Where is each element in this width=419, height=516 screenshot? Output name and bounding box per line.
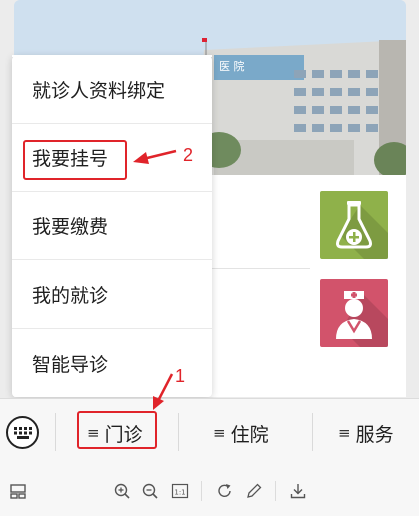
flask-plus-icon [336,201,388,259]
menu-item-register[interactable]: 我要挂号 [12,124,212,192]
nurse-icon [336,291,388,347]
divider [178,413,179,451]
outpatient-dropdown-menu: 就诊人资料绑定 我要挂号 我要缴费 我的就诊 智能导诊 [12,55,212,397]
lab-report-tile[interactable] [320,191,388,259]
tab-label: 服务 [355,423,394,446]
menu-item-label: 就诊人资料绑定 [32,80,166,102]
step-number-1: 1 [175,366,186,386]
step-number-2: 2 [183,145,194,165]
viewer-toolbar: 1:1 [0,466,419,516]
tab-label: 住院 [230,423,269,446]
tab-outpatient[interactable]: ≡ 门诊 [87,419,143,447]
zoom-in-icon[interactable] [113,482,131,500]
menu-item-label: 我要挂号 [32,148,109,170]
tab-services[interactable]: ≡ 服务 [338,419,394,447]
nurse-service-tile[interactable] [320,279,388,347]
bottom-menu-bar: ≡ 门诊 ≡ 住院 ≡ 服务 [0,398,419,466]
download-icon[interactable] [289,482,307,500]
menu-item-label: 我要缴费 [32,216,109,238]
divider [55,413,56,451]
actual-size-icon[interactable]: 1:1 [171,482,189,500]
divider [210,268,310,269]
menu-item-my-visits[interactable]: 我的就诊 [12,261,212,329]
banner-sign-text: 医 院 [219,59,245,73]
menu-item-label: 我的就诊 [32,285,109,307]
divider [201,481,202,501]
tab-inpatient[interactable]: ≡ 住院 [213,419,269,447]
menu-item-patient-binding[interactable]: 就诊人资料绑定 [12,56,212,124]
tab-label: 门诊 [104,423,143,446]
edit-icon[interactable] [245,482,263,500]
menu-item-label: 智能导诊 [32,353,109,376]
layout-icon[interactable] [9,482,27,500]
divider [312,413,313,451]
rotate-icon[interactable] [216,482,234,500]
menu-lines-icon: ≡ [87,424,100,442]
svg-text:1:1: 1:1 [174,489,185,497]
menu-lines-icon: ≡ [213,424,226,442]
keyboard-toggle-button[interactable] [6,416,39,449]
keyboard-icon [13,426,32,439]
divider [275,481,276,501]
zoom-out-icon[interactable] [141,482,159,500]
menu-item-payment[interactable]: 我要缴费 [12,192,212,260]
menu-lines-icon: ≡ [338,424,351,442]
